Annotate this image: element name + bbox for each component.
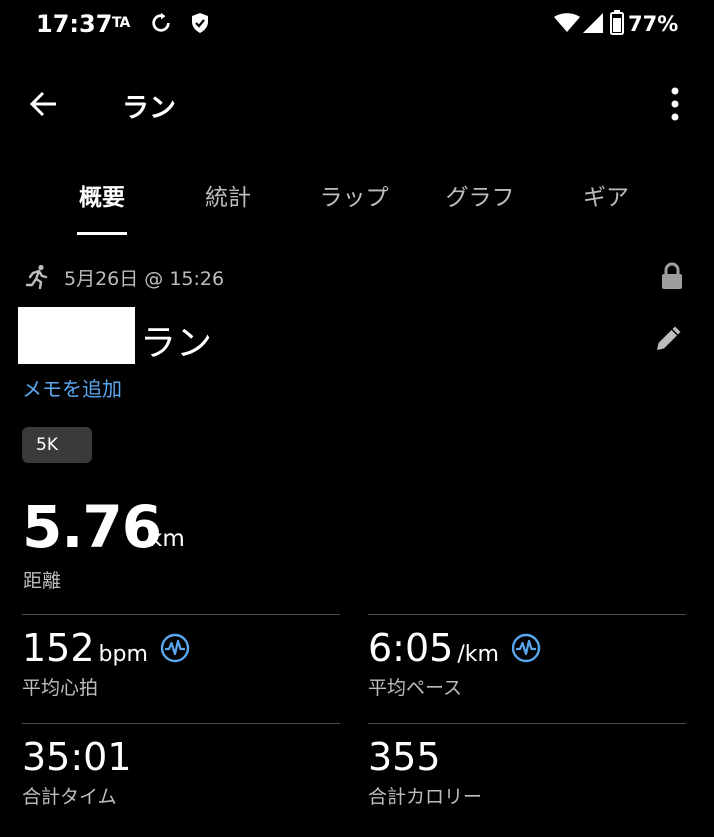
total-calories: 355 <box>368 735 441 779</box>
sync-icon <box>152 12 170 32</box>
signal-icon <box>583 13 603 33</box>
avg-pace-value: 6:05 <box>368 626 454 670</box>
distance-unit: km <box>149 526 185 552</box>
avg-heart-rate-value: 152 <box>22 626 95 670</box>
pulse-icon[interactable] <box>160 633 190 663</box>
redacted-block <box>18 307 135 364</box>
distance-label: 距離 <box>23 570 62 592</box>
tab-bar: 概要 統計 ラップ グラフ ギア <box>40 174 700 236</box>
distance-value: 5.76 <box>22 493 162 561</box>
page-title: ラン <box>122 93 176 124</box>
tab-indicator <box>77 232 127 235</box>
tab-laps[interactable]: ラップ <box>320 178 389 212</box>
avg-pace-label: 平均ペース <box>368 677 463 699</box>
tab-overview[interactable]: 概要 <box>79 178 125 212</box>
battery-percent: 77% <box>628 12 679 36</box>
divider <box>368 614 686 615</box>
avg-heart-rate: 152 bpm <box>22 626 148 670</box>
avg-pace: 6:05/km <box>368 626 499 670</box>
tab-stats[interactable]: 統計 <box>205 178 251 212</box>
shield-icon <box>192 13 208 33</box>
avg-heart-rate-unit: bpm <box>98 642 148 667</box>
lock-icon[interactable] <box>660 262 684 290</box>
running-icon <box>25 264 48 290</box>
total-time-label: 合計タイム <box>22 786 117 808</box>
status-time: 17:37 <box>36 10 113 38</box>
total-time: 35:01 <box>22 735 132 779</box>
activity-date: 5月26日 @ 15:26 <box>64 268 225 290</box>
avg-pace-unit: /km <box>457 642 499 667</box>
divider <box>22 614 340 615</box>
back-arrow-icon[interactable] <box>28 88 60 120</box>
total-calories-label: 合計カロリー <box>368 786 483 808</box>
more-vert-icon[interactable] <box>660 84 690 124</box>
tab-graphs[interactable]: グラフ <box>446 178 515 212</box>
add-memo-link[interactable]: メモを追加 <box>22 373 122 402</box>
edit-pencil-icon[interactable] <box>653 322 685 354</box>
activity-name: ラン <box>140 323 213 364</box>
total-calories-value: 355 <box>368 735 441 779</box>
pulse-icon[interactable] <box>511 633 541 663</box>
ta-notification-icon: TA <box>112 15 130 31</box>
wifi-icon <box>554 13 580 32</box>
total-time-value: 35:01 <box>22 735 132 779</box>
distance-badge: 5K <box>22 427 92 463</box>
avg-heart-rate-label: 平均心拍 <box>22 677 99 699</box>
divider <box>22 723 340 724</box>
tab-gear[interactable]: ギア <box>583 178 629 212</box>
divider <box>368 723 686 724</box>
battery-icon <box>610 10 624 35</box>
